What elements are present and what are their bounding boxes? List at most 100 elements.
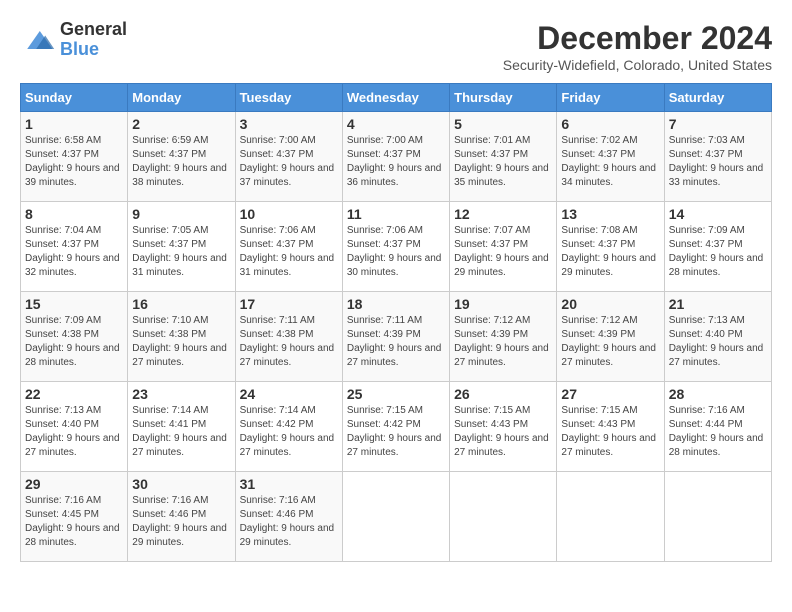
header-cell-sunday: Sunday: [21, 84, 128, 112]
calendar-cell: 21Sunrise: 7:13 AMSunset: 4:40 PMDayligh…: [664, 292, 771, 382]
day-info: Sunrise: 7:13 AMSunset: 4:40 PMDaylight:…: [25, 404, 123, 460]
header-cell-saturday: Saturday: [664, 84, 771, 112]
week-row-0: 1Sunrise: 6:58 AMSunset: 4:37 PMDaylight…: [21, 112, 772, 202]
calendar-cell: 27 Sunrise: 7:15 AMSunset: 4:43 PMDayligh…: [557, 382, 664, 472]
day-number: 27: [561, 386, 659, 402]
day-number: 2: [132, 116, 230, 132]
week-row-3: 22 Sunrise: 7:13 AMSunset: 4:40 PMDayligh…: [21, 382, 772, 472]
calendar-cell: 4 Sunrise: 7:00 AMSunset: 4:37 PMDaylight…: [342, 112, 449, 202]
calendar-cell: 30Sunrise: 7:16 AMSunset: 4:46 PMDayligh…: [128, 472, 235, 562]
day-info: Sunrise: 7:00 AMSunset: 4:37 PMDaylight:…: [240, 134, 338, 190]
calendar-cell: 13 Sunrise: 7:08 AMSunset: 4:37 PMDayligh…: [557, 202, 664, 292]
logo-line1: General: [60, 20, 127, 40]
calendar-cell: [664, 472, 771, 562]
header-cell-monday: Monday: [128, 84, 235, 112]
day-info: Sunrise: 7:02 AMSunset: 4:37 PMDaylight:…: [561, 134, 659, 190]
header-cell-wednesday: Wednesday: [342, 84, 449, 112]
day-info: Sunrise: 7:12 AMSunset: 4:39 PMDaylight:…: [561, 314, 659, 370]
calendar-cell: [450, 472, 557, 562]
header-row: SundayMondayTuesdayWednesdayThursdayFrid…: [21, 84, 772, 112]
day-number: 18: [347, 296, 445, 312]
header: General Blue December 2024 Security-Wide…: [20, 20, 772, 73]
day-info: Sunrise: 7:05 AMSunset: 4:37 PMDaylight:…: [132, 224, 230, 280]
day-info: Sunrise: 7:00 AMSunset: 4:37 PMDaylight:…: [347, 134, 445, 190]
day-info: Sunrise: 7:11 AMSunset: 4:39 PMDaylight:…: [347, 314, 445, 370]
day-number: 13: [561, 206, 659, 222]
calendar-cell: 2Sunrise: 6:59 AMSunset: 4:37 PMDaylight…: [128, 112, 235, 202]
day-number: 26: [454, 386, 552, 402]
location-title: Security-Widefield, Colorado, United Sta…: [503, 57, 772, 73]
day-number: 17: [240, 296, 338, 312]
day-number: 19: [454, 296, 552, 312]
day-number: 5: [454, 116, 552, 132]
calendar-cell: 10 Sunrise: 7:06 AMSunset: 4:37 PMDayligh…: [235, 202, 342, 292]
day-info: Sunrise: 7:03 AMSunset: 4:37 PMDaylight:…: [669, 134, 767, 190]
day-info: Sunrise: 7:01 AMSunset: 4:37 PMDaylight:…: [454, 134, 552, 190]
header-cell-thursday: Thursday: [450, 84, 557, 112]
day-info: Sunrise: 7:13 AMSunset: 4:40 PMDaylight:…: [669, 314, 767, 370]
week-row-4: 29 Sunrise: 7:16 AMSunset: 4:45 PMDayligh…: [21, 472, 772, 562]
calendar-cell: 23 Sunrise: 7:14 AMSunset: 4:41 PMDayligh…: [128, 382, 235, 472]
day-number: 6: [561, 116, 659, 132]
calendar-cell: [557, 472, 664, 562]
day-number: 23: [132, 386, 230, 402]
calendar-cell: 7Sunrise: 7:03 AMSunset: 4:37 PMDaylight…: [664, 112, 771, 202]
calendar-cell: 18 Sunrise: 7:11 AMSunset: 4:39 PMDayligh…: [342, 292, 449, 382]
day-info: Sunrise: 7:14 AMSunset: 4:42 PMDaylight:…: [240, 404, 338, 460]
logo-icon: [20, 22, 56, 58]
day-number: 11: [347, 206, 445, 222]
calendar-cell: 17 Sunrise: 7:11 AMSunset: 4:38 PMDayligh…: [235, 292, 342, 382]
calendar-cell: 31Sunrise: 7:16 AMSunset: 4:46 PMDayligh…: [235, 472, 342, 562]
calendar-cell: 19 Sunrise: 7:12 AMSunset: 4:39 PMDayligh…: [450, 292, 557, 382]
calendar-cell: 9 Sunrise: 7:05 AMSunset: 4:37 PMDaylight…: [128, 202, 235, 292]
day-info: Sunrise: 7:15 AMSunset: 4:42 PMDaylight:…: [347, 404, 445, 460]
day-info: Sunrise: 7:08 AMSunset: 4:37 PMDaylight:…: [561, 224, 659, 280]
day-number: 1: [25, 116, 123, 132]
day-number: 14: [669, 206, 767, 222]
logo-line2: Blue: [60, 40, 127, 60]
day-info: Sunrise: 7:15 AMSunset: 4:43 PMDaylight:…: [561, 404, 659, 460]
day-number: 30: [132, 476, 230, 492]
calendar-cell: 15Sunrise: 7:09 AMSunset: 4:38 PMDayligh…: [21, 292, 128, 382]
calendar-cell: 3 Sunrise: 7:00 AMSunset: 4:37 PMDaylight…: [235, 112, 342, 202]
header-cell-tuesday: Tuesday: [235, 84, 342, 112]
day-info: Sunrise: 7:11 AMSunset: 4:38 PMDaylight:…: [240, 314, 338, 370]
day-info: Sunrise: 7:14 AMSunset: 4:41 PMDaylight:…: [132, 404, 230, 460]
calendar-cell: 6 Sunrise: 7:02 AMSunset: 4:37 PMDaylight…: [557, 112, 664, 202]
calendar-cell: 20Sunrise: 7:12 AMSunset: 4:39 PMDayligh…: [557, 292, 664, 382]
day-info: Sunrise: 7:04 AMSunset: 4:37 PMDaylight:…: [25, 224, 123, 280]
day-number: 10: [240, 206, 338, 222]
calendar-table: SundayMondayTuesdayWednesdayThursdayFrid…: [20, 83, 772, 562]
week-row-1: 8 Sunrise: 7:04 AMSunset: 4:37 PMDaylight…: [21, 202, 772, 292]
month-title: December 2024: [503, 20, 772, 57]
calendar-cell: [342, 472, 449, 562]
logo: General Blue: [20, 20, 127, 60]
day-number: 31: [240, 476, 338, 492]
day-number: 3: [240, 116, 338, 132]
calendar-cell: 5 Sunrise: 7:01 AMSunset: 4:37 PMDaylight…: [450, 112, 557, 202]
logo-text: General Blue: [60, 20, 127, 60]
day-number: 8: [25, 206, 123, 222]
calendar-cell: 28Sunrise: 7:16 AMSunset: 4:44 PMDayligh…: [664, 382, 771, 472]
day-number: 22: [25, 386, 123, 402]
day-info: Sunrise: 7:09 AMSunset: 4:38 PMDaylight:…: [25, 314, 123, 370]
day-info: Sunrise: 7:10 AMSunset: 4:38 PMDaylight:…: [132, 314, 230, 370]
day-info: Sunrise: 7:16 AMSunset: 4:44 PMDaylight:…: [669, 404, 767, 460]
calendar-cell: 26 Sunrise: 7:15 AMSunset: 4:43 PMDayligh…: [450, 382, 557, 472]
day-number: 12: [454, 206, 552, 222]
day-info: Sunrise: 7:06 AMSunset: 4:37 PMDaylight:…: [240, 224, 338, 280]
day-info: Sunrise: 7:07 AMSunset: 4:37 PMDaylight:…: [454, 224, 552, 280]
calendar-cell: 12 Sunrise: 7:07 AMSunset: 4:37 PMDayligh…: [450, 202, 557, 292]
day-number: 24: [240, 386, 338, 402]
day-info: Sunrise: 7:15 AMSunset: 4:43 PMDaylight:…: [454, 404, 552, 460]
day-info: Sunrise: 7:16 AMSunset: 4:45 PMDaylight:…: [25, 494, 123, 550]
day-number: 9: [132, 206, 230, 222]
day-number: 16: [132, 296, 230, 312]
calendar-cell: 11 Sunrise: 7:06 AMSunset: 4:37 PMDayligh…: [342, 202, 449, 292]
calendar-cell: 16 Sunrise: 7:10 AMSunset: 4:38 PMDayligh…: [128, 292, 235, 382]
day-number: 29: [25, 476, 123, 492]
day-info: Sunrise: 7:06 AMSunset: 4:37 PMDaylight:…: [347, 224, 445, 280]
day-number: 4: [347, 116, 445, 132]
day-info: Sunrise: 7:12 AMSunset: 4:39 PMDaylight:…: [454, 314, 552, 370]
day-info: Sunrise: 7:09 AMSunset: 4:37 PMDaylight:…: [669, 224, 767, 280]
